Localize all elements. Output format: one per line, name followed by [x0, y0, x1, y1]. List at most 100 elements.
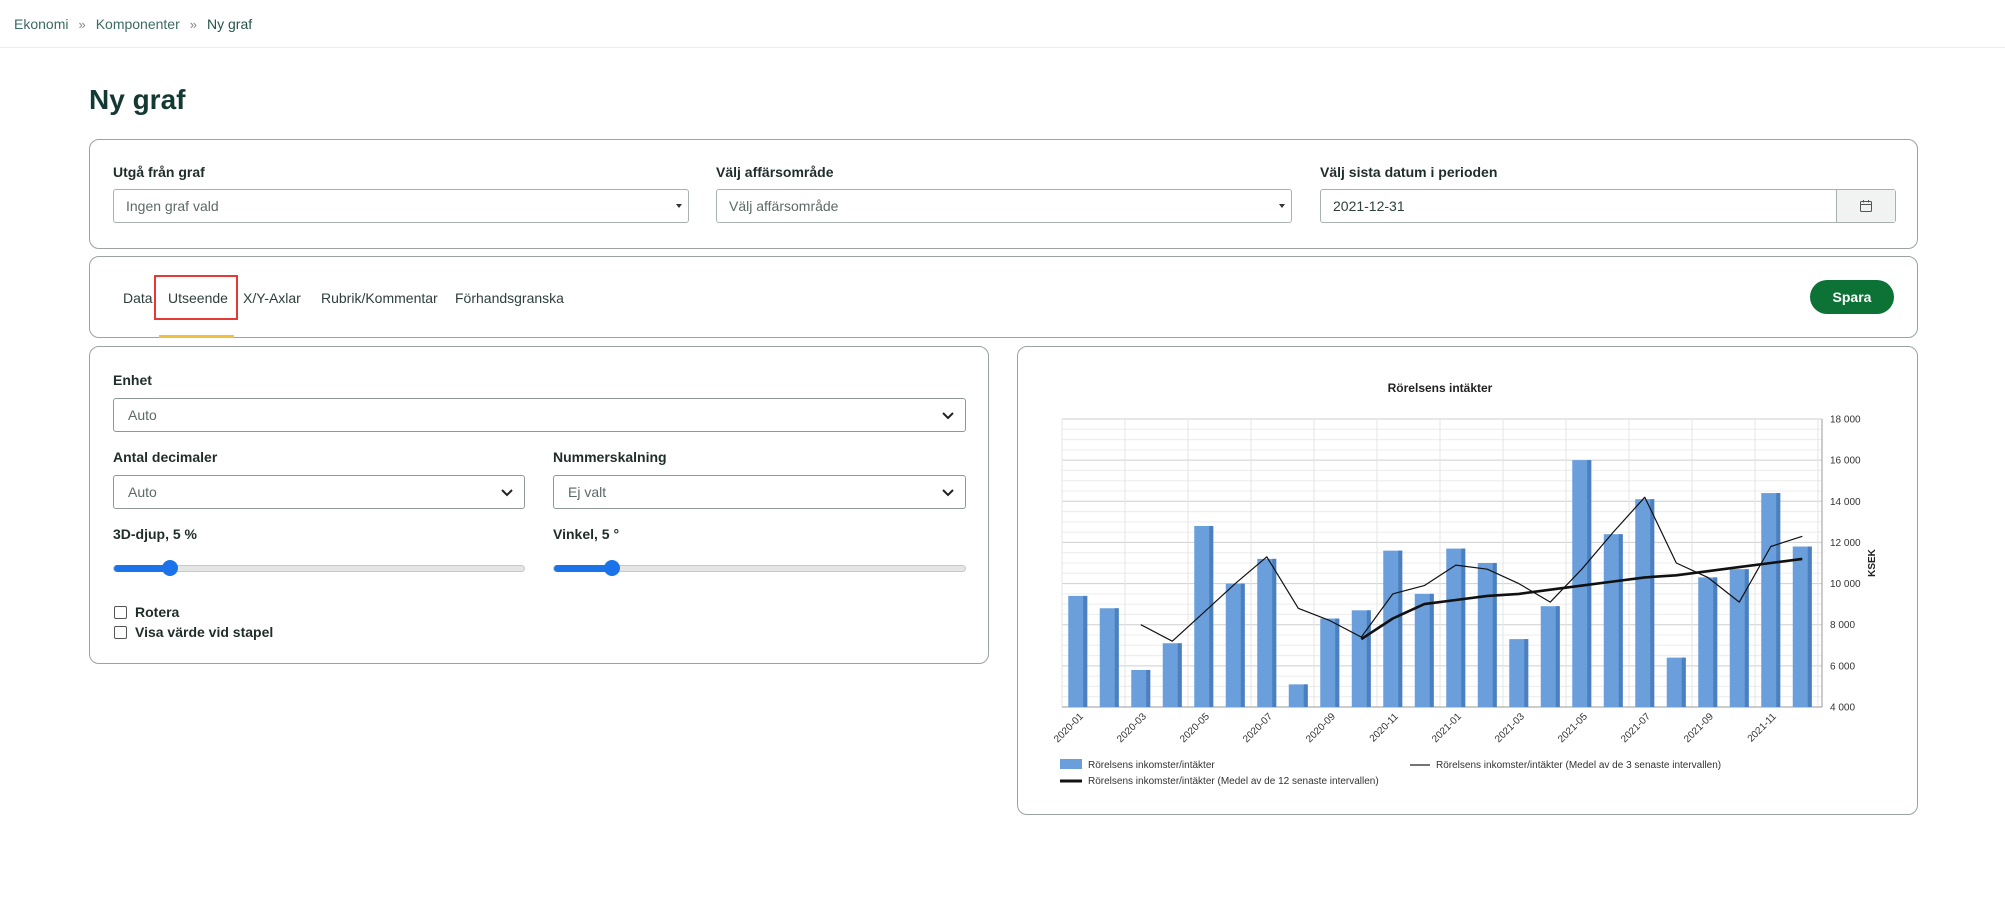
last-date-input[interactable]: 2021-12-31	[1320, 189, 1896, 223]
active-tab-highlight	[154, 275, 238, 320]
legend-swatch-bars	[1060, 759, 1082, 769]
show-value-checkbox[interactable]	[114, 626, 127, 639]
bar-side	[1272, 558, 1277, 707]
y-tick-label: 12 000	[1830, 538, 1861, 549]
tab-xy-axlar[interactable]: X/Y-Axlar	[243, 290, 301, 306]
chevron-right-icon: »	[78, 16, 86, 32]
x-tick-label: 2021-05	[1556, 711, 1590, 745]
bar-side	[1807, 546, 1812, 707]
scaling-select[interactable]: Ej valt	[553, 475, 966, 509]
bar-side	[1083, 595, 1088, 707]
rotate-label: Rotera	[135, 604, 180, 620]
bar-side	[1618, 534, 1623, 707]
save-button[interactable]: Spara	[1810, 280, 1894, 314]
calendar-button[interactable]	[1836, 190, 1895, 222]
bar-side	[1650, 499, 1655, 707]
y-tick-label: 6 000	[1830, 661, 1855, 672]
x-tick-label: 2021-09	[1682, 711, 1716, 745]
decimals-select[interactable]: Auto	[113, 475, 525, 509]
bar-side	[1681, 657, 1686, 707]
angle-slider[interactable]	[553, 560, 966, 576]
caret-down-icon	[676, 204, 682, 208]
bar-side	[1177, 643, 1182, 707]
chevron-down-icon	[501, 489, 513, 497]
y-tick-label: 8 000	[1830, 620, 1855, 631]
bar-side	[1240, 583, 1245, 707]
x-tick-label: 2020-05	[1178, 711, 1212, 745]
breadcrumb-item-current: Ny graf	[207, 16, 253, 32]
y-tick-label: 16 000	[1830, 456, 1861, 467]
y-tick-label: 4 000	[1830, 703, 1855, 714]
header-divider	[0, 47, 2005, 48]
bar-side	[1303, 684, 1308, 707]
chart-preview-card: Rörelsens intäkter 4 000 6 000 8 000 10 000 1…	[1017, 346, 1918, 815]
x-tick-label: 2020-09	[1304, 711, 1338, 745]
chevron-down-icon	[942, 412, 954, 420]
base-graph-label: Utgå från graf	[113, 164, 205, 180]
chart: Rörelsens intäkter 4 000 6 000 8 000 10 000 1…	[1052, 381, 1878, 787]
business-area-value: Välj affärsområde	[729, 198, 839, 214]
depth-slider-thumb[interactable]	[162, 560, 178, 576]
chart-title: Rörelsens intäkter	[1388, 381, 1493, 395]
unit-label: Enhet	[113, 372, 152, 388]
scaling-label: Nummerskalning	[553, 449, 667, 465]
y-axis-label: KSEK	[1867, 548, 1878, 577]
last-date-value: 2021-12-31	[1333, 198, 1405, 214]
x-tick-label: 2021-07	[1619, 711, 1653, 745]
bar-side	[1555, 606, 1560, 707]
bar-side	[1713, 577, 1718, 707]
legend-label-3-interval: Rörelsens inkomster/intäkter (Medel av d…	[1436, 760, 1721, 771]
x-tick-label: 2021-03	[1493, 711, 1527, 745]
x-tick-label: 2021-01	[1430, 711, 1464, 745]
angle-label: Vinkel, 5 °	[553, 526, 620, 542]
rotate-checkbox[interactable]	[114, 606, 127, 619]
legend-label-bars: Rörelsens inkomster/intäkter	[1088, 760, 1215, 771]
appearance-settings-card: Enhet Auto Antal decimaler Auto Nummersk…	[89, 346, 989, 664]
active-tab-underline	[159, 335, 234, 338]
breadcrumb: Ekonomi » Komponenter » Ny graf	[14, 14, 252, 34]
angle-slider-thumb[interactable]	[604, 560, 620, 576]
decimals-label: Antal decimaler	[113, 449, 218, 465]
bar-side	[1114, 608, 1119, 707]
bar-side	[1398, 550, 1403, 707]
unit-select[interactable]: Auto	[113, 398, 966, 432]
tab-data[interactable]: Data	[123, 290, 153, 306]
business-area-select[interactable]: Välj affärsområde	[716, 189, 1292, 223]
breadcrumb-item-komponenter[interactable]: Komponenter	[96, 16, 180, 32]
last-date-label: Välj sista datum i perioden	[1320, 164, 1498, 180]
bar-side	[1461, 548, 1466, 707]
x-tick-label: 2020-01	[1052, 711, 1086, 745]
tab-bar: Data Utseende X/Y-Axlar Rubrik/Kommentar…	[89, 256, 1918, 338]
bar-side	[1776, 493, 1781, 707]
calendar-icon	[1860, 200, 1872, 212]
decimals-value: Auto	[128, 484, 157, 500]
tab-forhandsgranska[interactable]: Förhandsgranska	[455, 290, 564, 306]
legend-label-12-interval: Rörelsens inkomster/intäkter (Medel av d…	[1088, 776, 1379, 787]
chevron-down-icon	[942, 489, 954, 497]
x-tick-label: 2020-07	[1241, 711, 1275, 745]
y-tick-label: 14 000	[1830, 497, 1861, 508]
bar-side	[1524, 639, 1529, 707]
y-tick-label: 10 000	[1830, 579, 1861, 590]
x-tick-label: 2021-11	[1746, 711, 1780, 745]
page-title: Ny graf	[89, 84, 186, 115]
x-tick-label: 2020-11	[1368, 711, 1402, 745]
bar-side	[1335, 618, 1340, 707]
bar-side	[1492, 563, 1497, 707]
x-tick-label: 2020-03	[1115, 711, 1149, 745]
filter-card: Utgå från graf Ingen graf vald Välj affä…	[89, 139, 1918, 249]
scaling-value: Ej valt	[568, 484, 607, 500]
bar-side	[1146, 669, 1151, 707]
depth-label: 3D-djup, 5 %	[113, 526, 198, 542]
bar-side	[1429, 593, 1434, 707]
unit-value: Auto	[128, 407, 157, 423]
base-graph-select[interactable]: Ingen graf vald	[113, 189, 689, 223]
caret-down-icon	[1279, 204, 1285, 208]
breadcrumb-item-ekonomi[interactable]: Ekonomi	[14, 16, 68, 32]
tab-rubrik-kommentar[interactable]: Rubrik/Kommentar	[321, 290, 438, 306]
chevron-right-icon: »	[189, 16, 197, 32]
business-area-label: Välj affärsområde	[716, 164, 834, 180]
depth-slider[interactable]	[113, 560, 525, 576]
bar-side	[1209, 525, 1214, 707]
y-tick-label: 18 000	[1830, 415, 1861, 426]
